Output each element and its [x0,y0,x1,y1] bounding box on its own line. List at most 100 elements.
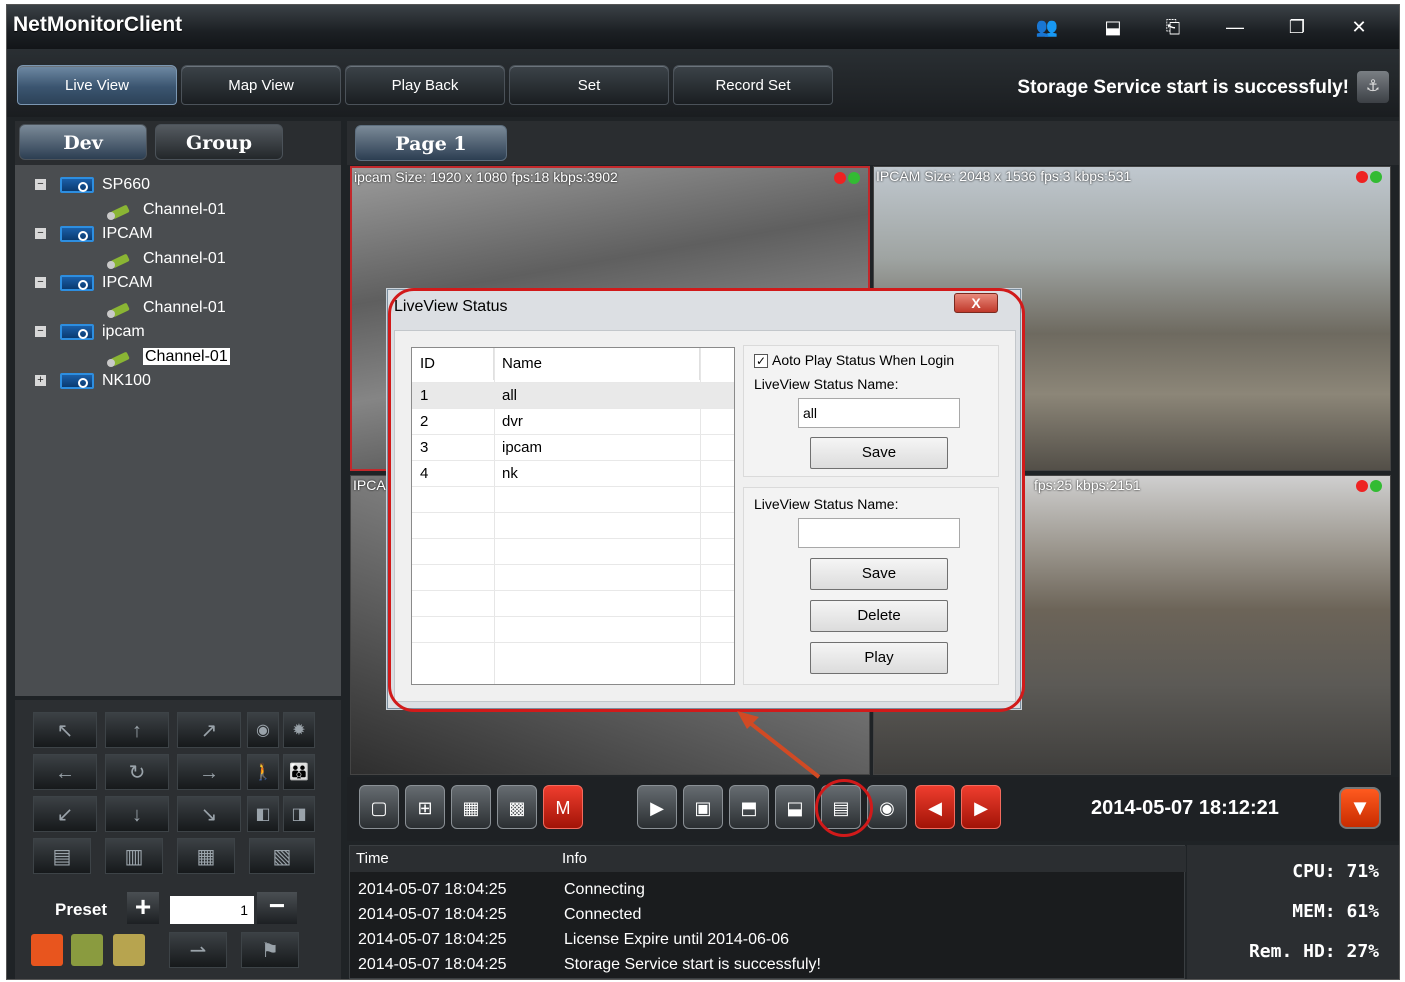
column-header-name[interactable]: Name [494,348,700,380]
tree-device-sp660[interactable]: − SP660 [35,173,150,197]
table-row[interactable]: 1 all [412,382,734,408]
expand-icon[interactable]: + [35,375,46,387]
preset-add-button[interactable]: + [127,892,159,924]
list-icon[interactable] [31,934,63,966]
video-info-label: fps:25 kbps:2151 [1034,477,1141,493]
tab-page-1[interactable]: Page 1 [355,125,507,161]
close-icon[interactable]: ✕ [1343,14,1375,40]
pan-down-right-button[interactable]: ↘ [177,796,241,832]
zoom-out-icon[interactable]: 👪 [283,754,315,790]
eye-icon[interactable]: ◉ [867,785,907,829]
record-icon[interactable]: ▶ [637,785,677,829]
iris-open-icon[interactable]: ◧ [247,796,279,832]
tree-channel[interactable]: Channel-01 [107,296,226,320]
tree-device-ipcam-3[interactable]: − ipcam [35,320,145,344]
pan-down-left-button[interactable]: ↙ [33,796,97,832]
tree-channel[interactable]: Channel-01 [107,247,226,271]
menu-down-icon[interactable]: ▼ [1339,787,1381,829]
table-row[interactable]: 2 dvr [412,408,734,434]
status-name-input-2[interactable] [798,518,960,548]
users-icon[interactable]: 👥 [1031,14,1063,40]
snapshot-icon[interactable]: ▣ [683,785,723,829]
tab-play-back[interactable]: Play Back [345,65,505,105]
liveview-status-icon[interactable]: ▤ [821,785,861,829]
tree-channel[interactable]: Channel-01 [107,198,226,222]
tab-set[interactable]: Set [509,65,669,105]
tab-dev[interactable]: Dev [19,124,147,160]
close-book-icon[interactable]: ⬓ [775,785,815,829]
focus-far-icon[interactable]: ✹ [283,712,315,748]
device-settings-icon[interactable] [113,934,145,966]
app-title: NetMonitorClient [13,13,183,36]
auto-play-row[interactable]: ✓ Aoto Play Status When Login [754,352,954,369]
tab-group[interactable]: Group [155,124,283,160]
tab-live-view[interactable]: Live View [17,65,177,105]
delete-button[interactable]: Delete [810,600,948,632]
layout-16-icon[interactable]: ▩ [497,785,537,829]
layout-custom-icon[interactable]: M [543,785,583,829]
collapse-icon[interactable]: − [35,277,46,289]
focus-near-icon[interactable]: ◉ [247,712,279,748]
layout-icon[interactable]: ⬓ [1097,14,1129,40]
pan-up-right-button[interactable]: ↗ [177,712,241,748]
layout-9-icon[interactable]: ▦ [451,785,491,829]
ptz-panel: ↖ ↑ ↗ ◉ ✹ ← ↻ → 🚶 👪 ↙ ↓ ↘ ◧ ◨ ▤ ▥ ▦ ▧ Pr… [15,700,341,979]
tab-record-set[interactable]: Record Set [673,65,833,105]
next-page-icon[interactable]: ▶ [961,785,1001,829]
collapse-icon[interactable]: − [35,326,46,338]
log-row: 2014-05-07 18:04:25 Connected [350,902,1186,927]
cell-name: nk [502,465,518,482]
log-time: 2014-05-07 18:04:25 [358,956,507,973]
table-row[interactable]: 3 ipcam [412,434,734,460]
preset-set-icon[interactable]: ▤ [33,838,91,874]
auto-play-checkbox[interactable]: ✓ [754,354,768,369]
collapse-icon[interactable]: − [35,228,46,240]
save-button-2[interactable]: Save [810,558,948,590]
tree-device-ipcam-1[interactable]: − IPCAM [35,222,153,246]
dialog-close-button[interactable]: X [954,293,998,313]
layout-1-icon[interactable]: ▢ [359,785,399,829]
save-button[interactable]: Save [810,437,948,469]
table-row[interactable]: 4 nk [412,460,734,486]
play-button[interactable]: Play [810,642,948,674]
preset-go-icon[interactable]: ▥ [105,838,163,874]
restore-icon[interactable]: ❐ [1281,14,1313,40]
preset-number-input[interactable] [170,896,254,924]
open-book-icon[interactable]: ⬒ [729,785,769,829]
tree-device-nk100[interactable]: + NK100 [35,369,151,393]
tab-map-view[interactable]: Map View [181,65,341,105]
previous-page-icon[interactable]: ◀ [915,785,955,829]
minimize-icon[interactable]: — [1219,14,1251,40]
pan-up-left-button[interactable]: ↖ [33,712,97,748]
dock-icon[interactable]: ⎗ [1157,14,1189,40]
video-info-label: IPCA [353,477,386,493]
channel-label: Channel-01 [143,299,226,316]
preset-list-icon[interactable]: ▧ [249,838,315,874]
preset-clear-icon[interactable]: ▦ [177,838,235,874]
preset-remove-button[interactable]: − [257,892,297,924]
iris-close-icon[interactable]: ◨ [283,796,315,832]
cell-id: 4 [420,465,429,482]
device-icon [60,323,94,340]
event-log: Time Info 2014-05-07 18:04:25 Connecting… [349,845,1186,979]
status-name-input[interactable] [798,398,960,428]
pan-left-button[interactable]: ← [33,754,97,790]
storage-icon[interactable]: ⚓ [1357,71,1389,103]
rotate-icon[interactable]: ↻ [105,754,169,790]
layout-4-icon[interactable]: ⊞ [405,785,445,829]
cruise-icon[interactable]: ⇀ [169,932,227,968]
tree-channel-selected[interactable]: Channel-01 [107,345,230,369]
rs485-icon[interactable] [71,934,103,966]
tree-device-ipcam-2[interactable]: − IPCAM [35,271,153,295]
device-tabs: Dev Group [15,121,341,165]
page-tabs: Page 1 [347,121,1399,165]
pan-up-button[interactable]: ↑ [105,712,169,748]
device-label: SP660 [102,176,151,193]
track-icon[interactable]: ⚑ [241,932,299,968]
pan-right-button[interactable]: → [177,754,241,790]
pan-down-button[interactable]: ↓ [105,796,169,832]
collapse-icon[interactable]: − [35,179,46,191]
device-tree: − SP660 Channel-01 − IPCAM Channel-01 − IPC… [15,169,341,689]
column-header-id[interactable]: ID [412,348,494,380]
zoom-in-icon[interactable]: 🚶 [247,754,279,790]
